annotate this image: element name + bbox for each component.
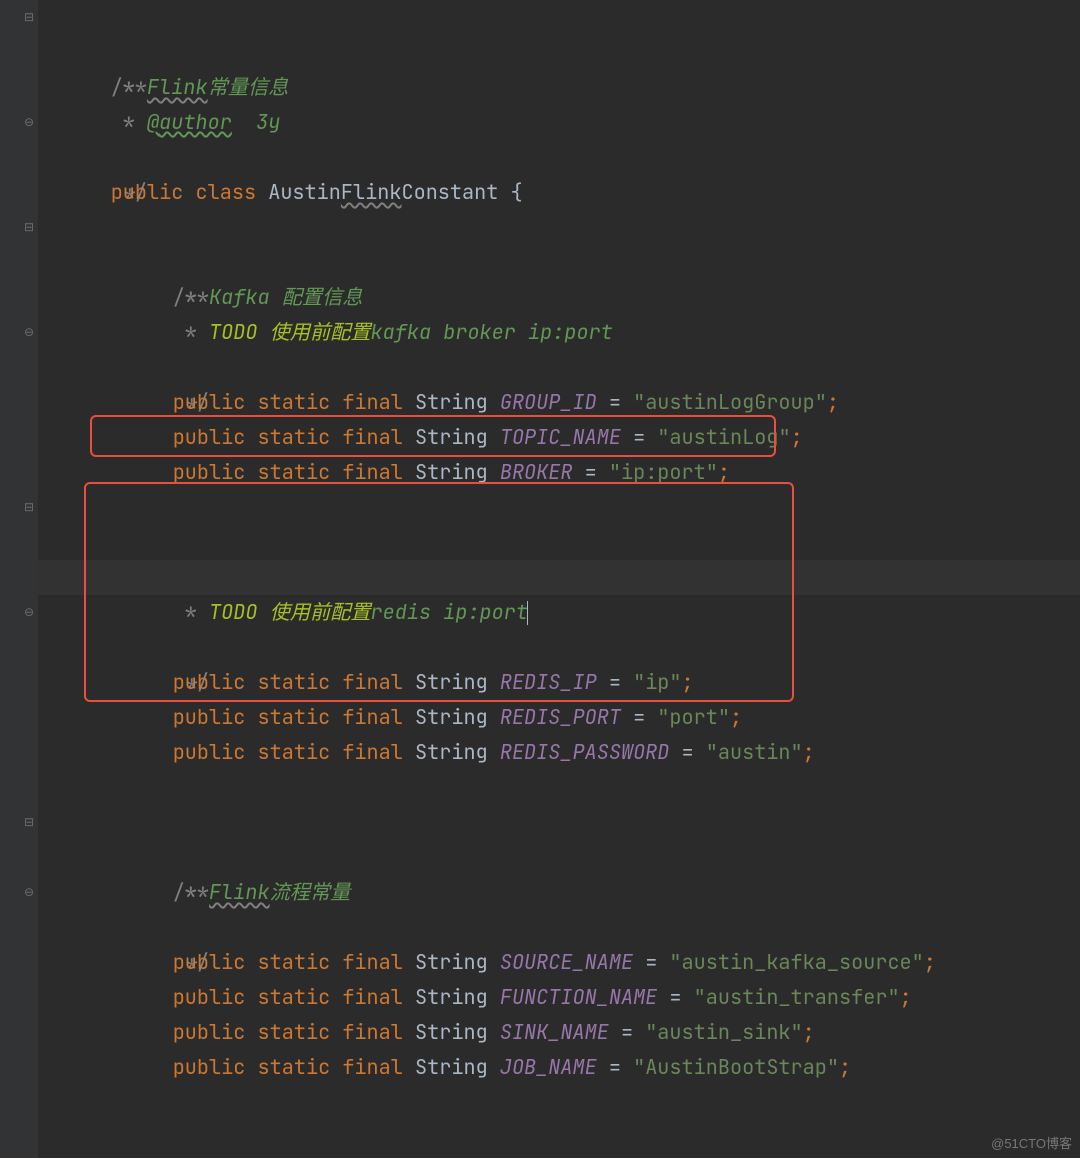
blank-line xyxy=(38,455,1080,490)
code-line: ⊖ */ xyxy=(38,105,1080,140)
code-line: } xyxy=(38,1120,1080,1155)
field-declaration: public static final String SOURCE_NAME =… xyxy=(38,910,1080,945)
code-line: ⊖ */ xyxy=(38,875,1080,910)
field-declaration: public static final String SINK_NAME = "… xyxy=(38,980,1080,1015)
code-line: ⊟ /** xyxy=(38,0,1080,35)
fold-open-icon[interactable]: ⊟ xyxy=(21,490,37,525)
field-declaration: public static final String GROUP_ID = "a… xyxy=(38,350,1080,385)
field-declaration: public static final String JOB_NAME = "A… xyxy=(38,1015,1080,1050)
code-line: ⊖ */ xyxy=(38,595,1080,630)
blank-line xyxy=(38,175,1080,210)
fold-open-icon[interactable]: ⊟ xyxy=(21,210,37,245)
code-line: * Kafka 配置信息 xyxy=(38,245,1080,280)
code-line: * TODO 使用前配置kafka broker ip:port xyxy=(38,280,1080,315)
fold-open-icon[interactable]: ⊟ xyxy=(21,805,37,840)
blank-line xyxy=(38,735,1080,770)
gutter xyxy=(0,0,38,1158)
code-line: * Flink常量信息 xyxy=(38,35,1080,70)
watermark: @51CTO博客 xyxy=(991,1133,1072,1152)
code-line: * TODO 使用前配置redis ip:port xyxy=(38,560,1080,595)
code-line: * redis 配置 xyxy=(38,525,1080,560)
fold-end-icon[interactable]: ⊖ xyxy=(21,105,37,140)
field-declaration: public static final String BROKER = "ip:… xyxy=(38,420,1080,455)
blank-line xyxy=(38,1085,1080,1120)
field-declaration: public static final String REDIS_PASSWOR… xyxy=(38,700,1080,735)
field-declaration: public static final String FUNCTION_NAME… xyxy=(38,945,1080,980)
editor-viewport: ⊟ /** * Flink常量信息 * @author 3y ⊖ */ publ… xyxy=(0,0,1080,1158)
field-declaration: public static final String REDIS_PORT = … xyxy=(38,665,1080,700)
fold-open-icon[interactable]: ⊟ xyxy=(21,0,37,35)
code-area[interactable]: ⊟ /** * Flink常量信息 * @author 3y ⊖ */ publ… xyxy=(38,0,1080,1158)
code-line: ⊖ */ xyxy=(38,315,1080,350)
fold-end-icon[interactable]: ⊖ xyxy=(21,875,37,910)
code-line: ⊟ /** xyxy=(38,805,1080,840)
code-line: * Flink流程常量 xyxy=(38,840,1080,875)
blank-line xyxy=(38,1050,1080,1085)
field-declaration: public static final String TOPIC_NAME = … xyxy=(38,385,1080,420)
code-line: * @author 3y xyxy=(38,70,1080,105)
class-declaration: public class AustinFlinkConstant { xyxy=(38,140,1080,175)
field-declaration: public static final String REDIS_IP = "i… xyxy=(38,630,1080,665)
fold-end-icon[interactable]: ⊖ xyxy=(21,595,37,630)
code-line: ⊟ /** xyxy=(38,490,1080,525)
fold-end-icon[interactable]: ⊖ xyxy=(21,315,37,350)
code-line: ⊟ /** xyxy=(38,210,1080,245)
blank-line xyxy=(38,770,1080,805)
